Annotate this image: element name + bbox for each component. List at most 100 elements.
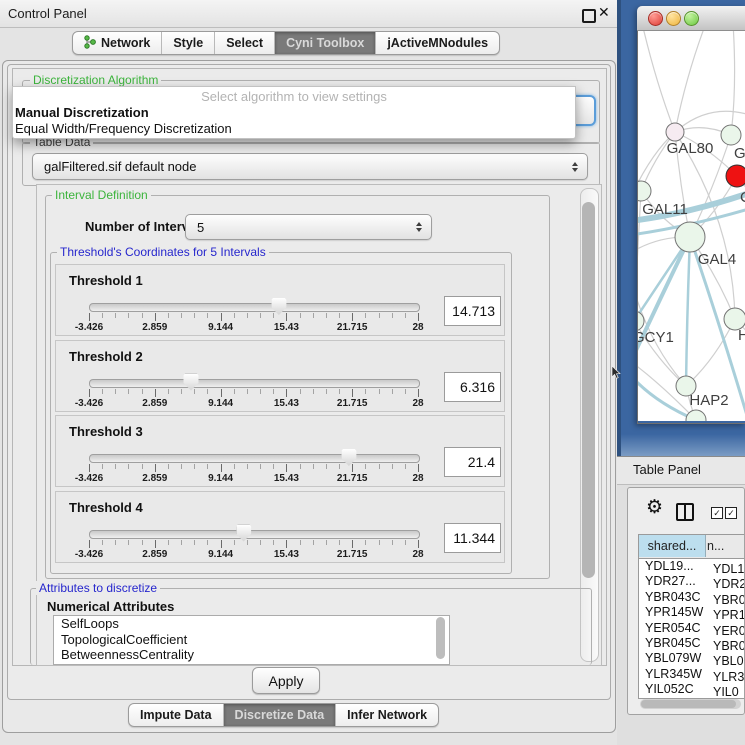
tab-cyni-toolbox[interactable]: Cyni Toolbox xyxy=(275,32,376,54)
table-row[interactable]: YDR27...YDR2 xyxy=(639,574,744,589)
node-attribute-table[interactable]: shared... n... YDL19...YDL1YDR27...YDR2Y… xyxy=(638,534,744,699)
slider-tick xyxy=(313,313,314,318)
slider-tick xyxy=(207,313,208,318)
slider-tick xyxy=(379,313,380,318)
network-node[interactable] xyxy=(686,410,706,421)
numerical-attributes-list[interactable]: SelfLoopsTopologicalCoefficientBetweenne… xyxy=(53,615,450,665)
network-node-label: GCY1 xyxy=(638,329,674,346)
algorithm-option-manual[interactable]: Manual Discretization xyxy=(13,105,575,121)
tab-infer-network[interactable]: Infer Network xyxy=(336,704,438,726)
slider-tick xyxy=(221,464,222,472)
slider-tick xyxy=(392,389,393,394)
window-zoom-traffic-light[interactable] xyxy=(684,11,699,26)
attribute-list-item[interactable]: SelfLoops xyxy=(54,616,449,632)
attributes-scrollbar-thumb[interactable] xyxy=(436,617,445,659)
slider-tick xyxy=(234,313,235,318)
attribute-list-item[interactable]: TopologicalCoefficient xyxy=(54,632,449,648)
network-node[interactable] xyxy=(666,123,684,141)
tab-discretize-data[interactable]: Discretize Data xyxy=(224,704,337,726)
network-node[interactable] xyxy=(721,125,741,145)
tab-style[interactable]: Style xyxy=(162,32,215,54)
table-row[interactable]: YBR043CYBR0 xyxy=(639,590,744,605)
attribute-list-item[interactable]: BetweennessCentrality xyxy=(54,647,449,663)
table-row[interactable]: YIL052CYIL0 xyxy=(639,682,744,697)
slider-tick xyxy=(194,389,195,394)
checkbox-icon[interactable]: ✓ xyxy=(725,507,737,519)
slider-tick xyxy=(326,540,327,545)
tab-impute-data[interactable]: Impute Data xyxy=(129,704,224,726)
slider-tick-label: 28 xyxy=(412,549,423,560)
table-row[interactable]: YLR345WYLR3 xyxy=(639,667,744,682)
threshold-slider[interactable]: -3.4262.8599.14415.4321.71528 xyxy=(89,265,418,335)
slider-tick xyxy=(89,389,90,397)
tab-jactivemnodules[interactable]: jActiveMNodules xyxy=(376,32,499,54)
cell-shared-name: YIL052C xyxy=(639,682,709,696)
table-row[interactable]: YBR045CYBR0 xyxy=(639,636,744,651)
table-rows: YDL19...YDL1YDR27...YDR2YBR043CYBR0YPR14… xyxy=(639,559,744,698)
threshold-slider[interactable]: -3.4262.8599.14415.4321.71528 xyxy=(89,341,418,411)
control-panel: Control Panel ✕ Network Style Select Cyn… xyxy=(0,0,617,745)
slider-tick xyxy=(352,464,353,472)
slider-tick xyxy=(313,464,314,469)
slider-track[interactable] xyxy=(89,530,420,539)
threshold-slider[interactable]: -3.4262.8599.14415.4321.71528 xyxy=(89,492,418,562)
network-node[interactable] xyxy=(638,181,651,201)
cell-shared-name: YER054C xyxy=(639,621,709,635)
network-node[interactable] xyxy=(726,165,745,187)
slider-tick xyxy=(260,540,261,545)
window-minimize-traffic-light[interactable] xyxy=(666,11,681,26)
slider-tick xyxy=(352,313,353,321)
network-canvas[interactable]: GAL80GACGAL11GAL4GCY1HHAP2 xyxy=(638,31,745,421)
slider-tick xyxy=(379,540,380,545)
slider-tick-label: -3.426 xyxy=(75,322,103,333)
slider-track[interactable] xyxy=(89,379,420,388)
algorithm-dropdown-popup: Select algorithm to view settings Manual… xyxy=(12,86,576,139)
number-of-intervals-combobox[interactable]: 5 xyxy=(185,214,432,240)
network-edge[interactable] xyxy=(686,237,690,386)
table-scrollbar-thumb[interactable] xyxy=(641,700,736,708)
slider-tick xyxy=(102,313,103,318)
network-node[interactable] xyxy=(675,222,705,252)
network-edge[interactable] xyxy=(642,31,675,132)
float-window-icon[interactable] xyxy=(582,9,596,23)
settings-scrollbar-thumb[interactable] xyxy=(582,202,595,578)
apply-button[interactable]: Apply xyxy=(252,667,320,694)
slider-thumb[interactable] xyxy=(341,449,356,466)
slider-tick-label: 2.859 xyxy=(142,549,167,560)
threshold-value-field[interactable] xyxy=(444,523,501,553)
numerical-attributes-label: Numerical Attributes xyxy=(47,599,174,614)
column-header-name[interactable]: n... xyxy=(707,535,724,557)
threshold-value-field[interactable] xyxy=(444,447,501,477)
network-edge[interactable] xyxy=(675,31,706,132)
network-edge[interactable] xyxy=(731,31,735,135)
network-node[interactable] xyxy=(638,311,644,331)
slider-tick xyxy=(181,313,182,318)
threshold-value-field[interactable] xyxy=(444,296,501,326)
window-close-traffic-light[interactable] xyxy=(648,11,663,26)
slider-track[interactable] xyxy=(89,454,420,463)
algorithm-option-equal-width[interactable]: Equal Width/Frequency Discretization xyxy=(13,121,575,137)
slider-track[interactable] xyxy=(89,303,420,312)
slider-thumb[interactable] xyxy=(236,525,251,542)
table-data-combobox[interactable]: galFiltered.sif default node xyxy=(32,153,588,180)
slider-tick xyxy=(379,464,380,469)
gear-icon[interactable]: ⚙ xyxy=(646,498,663,517)
threshold-value-field[interactable] xyxy=(444,372,501,402)
threshold-panel: Threshold 3-3.4262.8599.14415.4321.71528 xyxy=(55,415,505,487)
threshold-slider[interactable]: -3.4262.8599.14415.4321.71528 xyxy=(89,416,418,486)
tab-network[interactable]: Network xyxy=(73,32,162,54)
network-edge[interactable] xyxy=(638,191,641,321)
column-header-shared-name[interactable]: shared... xyxy=(639,535,706,557)
algorithm-prompt-option[interactable]: Select algorithm to view settings xyxy=(13,87,575,105)
table-row[interactable]: YER054CYER0 xyxy=(639,621,744,636)
table-row[interactable]: YBL079WYBL0 xyxy=(639,651,744,666)
checkbox-icon[interactable]: ✓ xyxy=(711,507,723,519)
slider-tick xyxy=(313,540,314,545)
close-icon[interactable]: ✕ xyxy=(598,4,610,21)
split-columns-icon[interactable] xyxy=(676,503,694,521)
slider-thumb[interactable] xyxy=(183,374,198,391)
tab-select[interactable]: Select xyxy=(215,32,275,54)
table-row[interactable]: YPR145WYPR1 xyxy=(639,605,744,620)
table-row[interactable]: YDL19...YDL1 xyxy=(639,559,744,574)
slider-tick xyxy=(326,389,327,394)
